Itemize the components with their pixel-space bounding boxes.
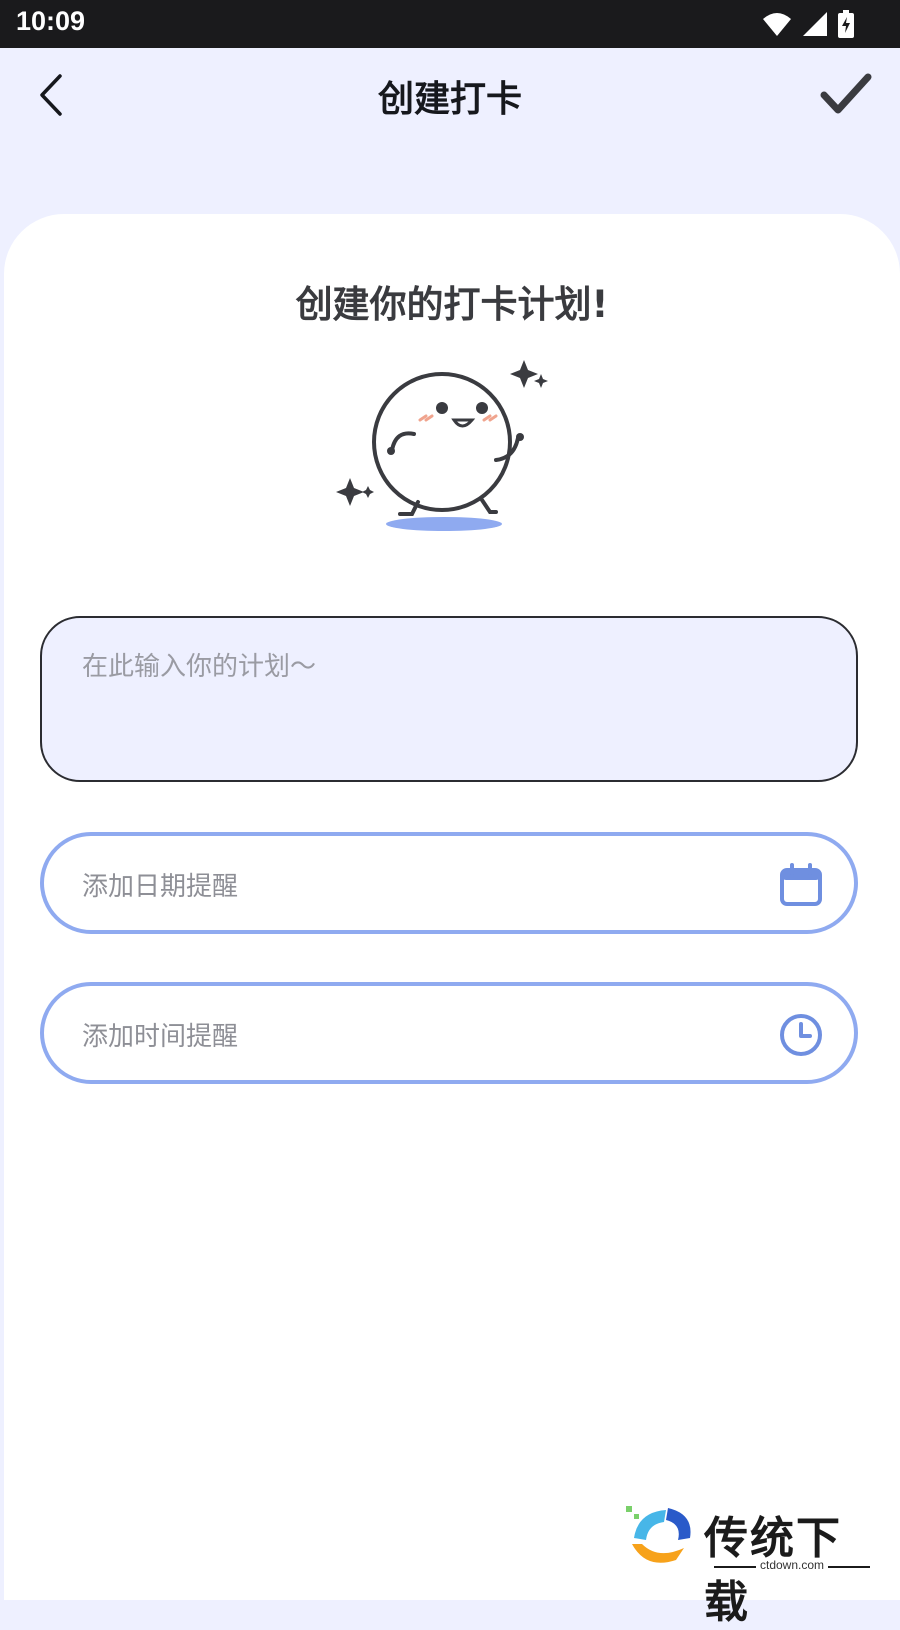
date-reminder-label: 添加日期提醒 <box>82 872 239 902</box>
wifi-icon <box>763 13 791 36</box>
mascot-illustration <box>336 360 548 531</box>
watermark-domain: ctdown.com <box>756 1558 829 1572</box>
time-reminder-label: 添加时间提醒 <box>82 1022 239 1052</box>
headline: 创建你的打卡计划! <box>295 283 609 326</box>
page-title: 创建打卡 <box>377 79 522 120</box>
status-icons <box>762 10 854 38</box>
check-icon <box>820 73 872 114</box>
clock-icon <box>780 1014 822 1056</box>
watermark-logo <box>626 1506 691 1563</box>
plan-input-placeholder: 在此输入你的计划～ <box>82 652 317 682</box>
confirm-button[interactable] <box>818 70 874 120</box>
battery-icon <box>838 10 854 38</box>
content-card: 创建你的打卡计划! 在此输入你的计划～ 添加日期提醒 添加时间提醒 传统下载 c… <box>4 214 900 1628</box>
plan-input[interactable]: 在此输入你的计划～ <box>40 616 858 782</box>
time-reminder-field[interactable]: 添加时间提醒 <box>40 982 858 1084</box>
app-bar: 创建打卡 <box>0 48 900 144</box>
watermark: 传统下载 ctdown.com <box>624 1500 874 1628</box>
calendar-icon <box>780 863 822 906</box>
status-time: 10:09 <box>16 6 86 36</box>
date-reminder-field[interactable]: 添加日期提醒 <box>40 832 858 934</box>
status-bar: 10:09 <box>0 0 900 48</box>
signal-icon <box>803 12 827 36</box>
